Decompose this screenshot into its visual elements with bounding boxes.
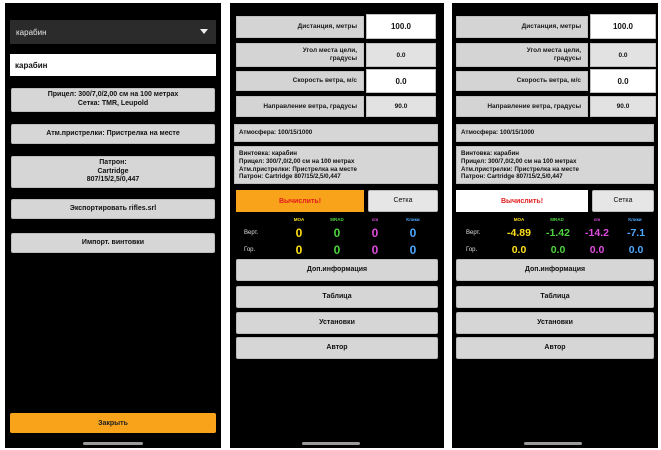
info-scope: Прицел: 300/7,0/2,00 см на 100 метрах: [461, 157, 577, 165]
wind-speed-input[interactable]: 0.0: [590, 69, 656, 93]
vert-cm: 0: [371, 226, 379, 240]
author-button[interactable]: Автор: [456, 337, 654, 359]
hor-mrad: 0: [333, 243, 341, 257]
wind-direction-label: Направление ветра, градусы: [456, 96, 588, 117]
row-label-vert: Верт.: [244, 230, 259, 236]
hor-clicks: 0: [409, 243, 417, 257]
info-rifle: Винтовка: карабин: [239, 150, 297, 157]
home-indicator: [83, 442, 143, 445]
rifle-name-input[interactable]: карабин: [10, 54, 216, 76]
rifle-dropdown-value: карабин: [16, 27, 47, 37]
wind-speed-label: Скорость ветра, м/с: [456, 71, 588, 91]
chevron-down-icon[interactable]: [200, 29, 208, 34]
home-indicator: [524, 442, 582, 445]
cartridge-button[interactable]: Патрон: Cartridge 807/15/2,5/0,447: [11, 156, 215, 188]
info-zero: Атм.пристрелки: Пристрелка на месте: [461, 165, 579, 173]
close-button[interactable]: Закрыть: [10, 413, 216, 433]
author-button[interactable]: Автор: [236, 337, 438, 359]
hor-mrad: 0.0: [550, 244, 566, 256]
info-cartridge: Патрон: Cartridge 807/15/2,5/0,447: [461, 173, 563, 181]
angle-input[interactable]: 0.0: [366, 43, 436, 67]
angle-input[interactable]: 0.0: [590, 43, 656, 67]
scope-button[interactable]: Прицел: 300/7,0/2,00 см на 100 метрах Се…: [11, 88, 215, 112]
home-indicator: [302, 442, 360, 445]
vert-moa: 0: [295, 226, 303, 240]
info-scope: Прицел: 300/7,0/2,00 см на 100 метрах: [239, 157, 355, 165]
atmosphere-button[interactable]: Атмосфера: 100/15/1000: [456, 124, 654, 142]
distance-input[interactable]: 100.0: [590, 14, 656, 39]
col-header-mrad: MRAD: [330, 217, 344, 222]
reticle-button[interactable]: Сетка: [368, 190, 438, 212]
wind-speed-input[interactable]: 0.0: [366, 69, 436, 93]
angle-label: Угол места цели, градусы: [456, 43, 588, 67]
info-rifle: Винтовка: карабин: [461, 150, 519, 157]
distance-label: Дистанция, метры: [236, 16, 364, 38]
table-button[interactable]: Таблица: [236, 286, 438, 308]
settings-button[interactable]: Установки: [456, 312, 654, 334]
hor-clicks: 0.0: [628, 244, 644, 256]
wind-direction-input[interactable]: 90.0: [590, 96, 656, 117]
zero-atmosphere-button[interactable]: Атм.пристрелки: Пристрелка на месте: [11, 124, 215, 144]
calculate-button[interactable]: Вычислить!: [236, 190, 364, 212]
row-label-vert: Верт.: [466, 230, 481, 236]
more-info-button[interactable]: Доп.информация: [236, 259, 438, 281]
col-header-moa: MOA: [513, 217, 525, 222]
atmosphere-button[interactable]: Атмосфера: 100/15/1000: [234, 124, 438, 142]
col-header-mrad: MRAD: [550, 217, 564, 222]
angle-label: Угол места цели, градусы: [236, 43, 364, 67]
col-header-moa: MOA: [293, 217, 305, 222]
hor-cm: 0: [371, 243, 379, 257]
col-header-cm: cm: [593, 217, 601, 222]
hor-cm: 0.0: [589, 244, 605, 256]
import-button[interactable]: Импорт. винтовки: [11, 233, 215, 253]
calculator-screen-computed: Дистанция, метры 100.0 Угол места цели, …: [452, 3, 658, 448]
hor-moa: 0: [295, 243, 303, 257]
calculator-screen-initial: Дистанция, метры 100.0 Угол места цели, …: [230, 3, 444, 448]
vert-clicks: -7.1: [626, 227, 646, 239]
vert-mrad: 0: [333, 226, 341, 240]
col-header-clicks: Клики: [406, 217, 420, 222]
rifle-dropdown[interactable]: карабин: [10, 20, 216, 44]
wind-direction-label: Направление ветра, градусы: [236, 96, 364, 117]
wind-speed-label: Скорость ветра, м/с: [236, 71, 364, 91]
vert-mrad: -1.42: [546, 227, 570, 239]
export-button[interactable]: Экспортировать rifles.srl: [11, 199, 215, 219]
hor-moa: 0.0: [511, 244, 527, 256]
table-button[interactable]: Таблица: [456, 286, 654, 308]
row-label-hor: Гор.: [244, 247, 256, 253]
rifle-info-box[interactable]: Винтовка: карабин Прицел: 300/7,0/2,00 с…: [234, 146, 438, 184]
calculate-button[interactable]: Вычислить!: [456, 190, 588, 212]
info-cartridge: Патрон: Cartridge 807/15/2,5/0,447: [239, 173, 341, 181]
row-label-hor: Гор.: [466, 247, 478, 253]
rifle-screen: карабин карабин Прицел: 300/7,0/2,00 см …: [5, 3, 221, 448]
distance-input[interactable]: 100.0: [366, 14, 436, 39]
rifle-info-box[interactable]: Винтовка: карабин Прицел: 300/7,0/2,00 с…: [456, 146, 654, 184]
vert-clicks: 0: [409, 226, 417, 240]
wind-direction-input[interactable]: 90.0: [366, 96, 436, 117]
distance-label: Дистанция, метры: [456, 16, 588, 38]
more-info-button[interactable]: Доп.информация: [456, 259, 654, 281]
reticle-button[interactable]: Сетка: [592, 190, 654, 212]
col-header-cm: cm: [371, 217, 379, 222]
vert-cm: -14.2: [585, 227, 609, 239]
vert-moa: -4.89: [507, 227, 531, 239]
settings-button[interactable]: Установки: [236, 312, 438, 334]
info-zero: Атм.пристрелки: Пристрелка на месте: [239, 165, 357, 173]
col-header-clicks: Клики: [628, 217, 642, 222]
